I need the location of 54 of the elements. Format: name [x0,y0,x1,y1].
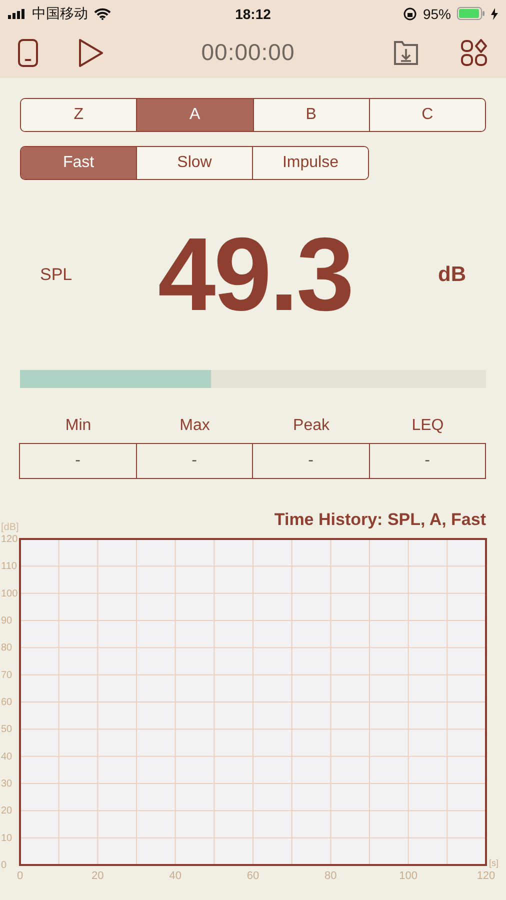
clock-time: 18:12 [235,6,271,22]
response-tab[interactable]: Fast [21,147,136,179]
measure-label: SPL [40,265,72,285]
y-tick-label: 20 [1,806,12,817]
wifi-icon [94,8,111,20]
y-tick-label: 100 [1,588,18,600]
y-tick-label: 10 [1,832,12,844]
signal-icon [8,8,26,18]
x-tick-label: 40 [169,870,182,882]
y-tick-label: 110 [1,561,17,572]
weighting-tab[interactable]: B [252,99,369,131]
y-tick-label: 50 [1,724,12,736]
weighting-tab[interactable]: C [368,99,485,131]
y-tick-label: 70 [1,670,12,681]
y-axis-label: [dB] [1,522,19,533]
y-tick-label: 60 [1,697,12,708]
timer-display: 00:00:00 [200,39,296,66]
x-tick-label: 80 [324,870,337,882]
y-tick-label: 30 [1,778,12,790]
response-tab[interactable]: Slow [136,147,252,179]
stat-label: LEQ [410,417,445,435]
x-tick-label: 120 [476,870,496,882]
x-axis-label: [s] [489,858,499,868]
stat-label: Peak [292,417,330,435]
play-icon[interactable] [78,38,104,66]
response-tab[interactable]: Impulse [252,147,368,179]
stat-value: - [19,443,136,479]
phone-icon[interactable] [18,38,38,66]
unit-label: dB [438,263,466,287]
carrier-name: 中国移动 [32,4,88,22]
y-tick-label: 80 [1,642,12,654]
stat-label: Min [64,417,92,435]
level-reading: 49.3 [158,216,352,334]
stat-value: - [252,443,370,479]
weighting-tab[interactable]: A [136,99,252,131]
y-tick-label: 0 [1,860,7,871]
stat-value: - [136,443,253,479]
x-tick-label: 60 [246,870,260,882]
battery-percent: 95% [422,6,451,22]
stat-label: Max [178,417,211,435]
stat-value: - [368,443,486,479]
x-tick-label: 0 [16,870,24,882]
y-tick-label: 90 [1,616,12,626]
charging-icon [491,8,498,20]
apps-icon[interactable] [460,38,488,66]
x-tick-label: 100 [399,870,418,882]
x-tick-label: 20 [92,870,104,882]
rotation-lock-icon [402,6,417,20]
chart-title: Time History: SPL, A, Fast [274,510,486,530]
weighting-tab[interactable]: Z [21,99,136,131]
y-tick-label: 120 [1,534,18,545]
battery-icon [457,7,485,20]
y-tick-label: 40 [1,751,12,762]
download-icon[interactable] [392,38,420,66]
